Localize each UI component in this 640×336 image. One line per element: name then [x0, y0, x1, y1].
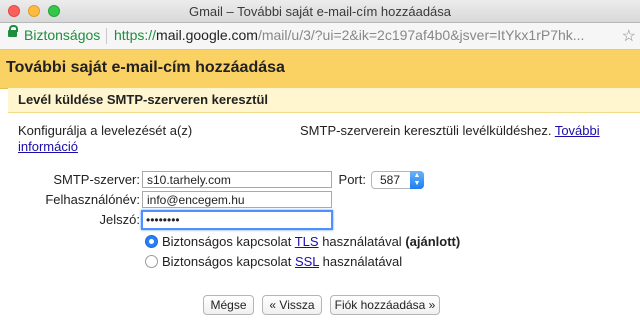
smtp-server-label: SMTP-szerver: — [53, 172, 140, 187]
port-label: Port: — [338, 172, 366, 187]
address-bar-divider — [106, 28, 107, 44]
description-right: SMTP-szerverein keresztüli levélküldéshe… — [300, 123, 600, 139]
dialog-title: További saját e-mail-cím hozzáadása — [6, 59, 285, 76]
select-arrows-icon[interactable]: ▲ ▼ — [410, 171, 424, 189]
port-select[interactable]: 587 ▲ ▼ — [371, 171, 424, 189]
ssl-radio[interactable] — [145, 255, 158, 268]
password-input[interactable] — [141, 210, 333, 230]
security-label[interactable]: Biztonságos — [24, 27, 100, 43]
description-right-text: SMTP-szerverein keresztüli levélküldéshe… — [300, 123, 552, 138]
url-path: /mail/u/3/?ui=2&ik=2c197af4b0&jsver=ItYk… — [257, 27, 585, 43]
description-left: Konfigurálja a levelezését a(z) — [18, 123, 193, 138]
add-account-button[interactable]: Fiók hozzáadása » — [330, 295, 440, 315]
ssl-label-suffix: használatával — [319, 254, 403, 269]
more-info-link[interactable]: További — [555, 123, 600, 138]
username-label: Felhasználónév: — [45, 192, 140, 207]
window-titlebar: Gmail – További saját e-mail-cím hozzáad… — [0, 0, 640, 23]
username-input[interactable] — [142, 191, 332, 208]
back-button[interactable]: « Vissza — [262, 295, 322, 315]
section-header: Levél küldése SMTP-szerveren keresztül — [8, 88, 640, 113]
recommended-note: (ajánlott) — [405, 234, 461, 249]
tls-label-prefix: Biztonságos kapcsolat — [162, 234, 295, 249]
ssl-radio-label[interactable]: Biztonságos kapcsolat SSL használatával — [162, 254, 402, 269]
password-label: Jelszó: — [99, 212, 140, 227]
window-title: Gmail – További saját e-mail-cím hozzáad… — [188, 4, 452, 19]
ssl-link[interactable]: SSL — [295, 254, 319, 269]
dialog-header: További saját e-mail-cím hozzáadása — [0, 50, 640, 89]
tls-link[interactable]: TLS — [295, 234, 319, 249]
address-bar[interactable]: Biztonságos https://mail.google.com/mail… — [0, 23, 640, 50]
ssl-label-prefix: Biztonságos kapcsolat — [162, 254, 295, 269]
tls-label-suffix: használatával — [318, 234, 406, 249]
more-info-link-continued[interactable]: információ — [18, 139, 78, 155]
url-scheme: https:// — [114, 27, 157, 43]
url-host: mail.google.com — [156, 27, 258, 43]
section-title: Levél küldése SMTP-szerveren keresztül — [18, 92, 269, 107]
cancel-button[interactable]: Mégse — [203, 295, 254, 315]
url-text[interactable]: https://mail.google.com/mail/u/3/?ui=2&i… — [114, 27, 620, 43]
tls-radio[interactable] — [145, 235, 158, 248]
star-icon[interactable]: ☆ — [622, 26, 636, 46]
port-value: 587 — [380, 173, 401, 187]
lock-icon — [8, 25, 18, 37]
description: Konfigurálja a levelezését a(z) SMTP-sze… — [18, 123, 628, 154]
tls-radio-label[interactable]: Biztonságos kapcsolat TLS használatával … — [162, 234, 460, 249]
